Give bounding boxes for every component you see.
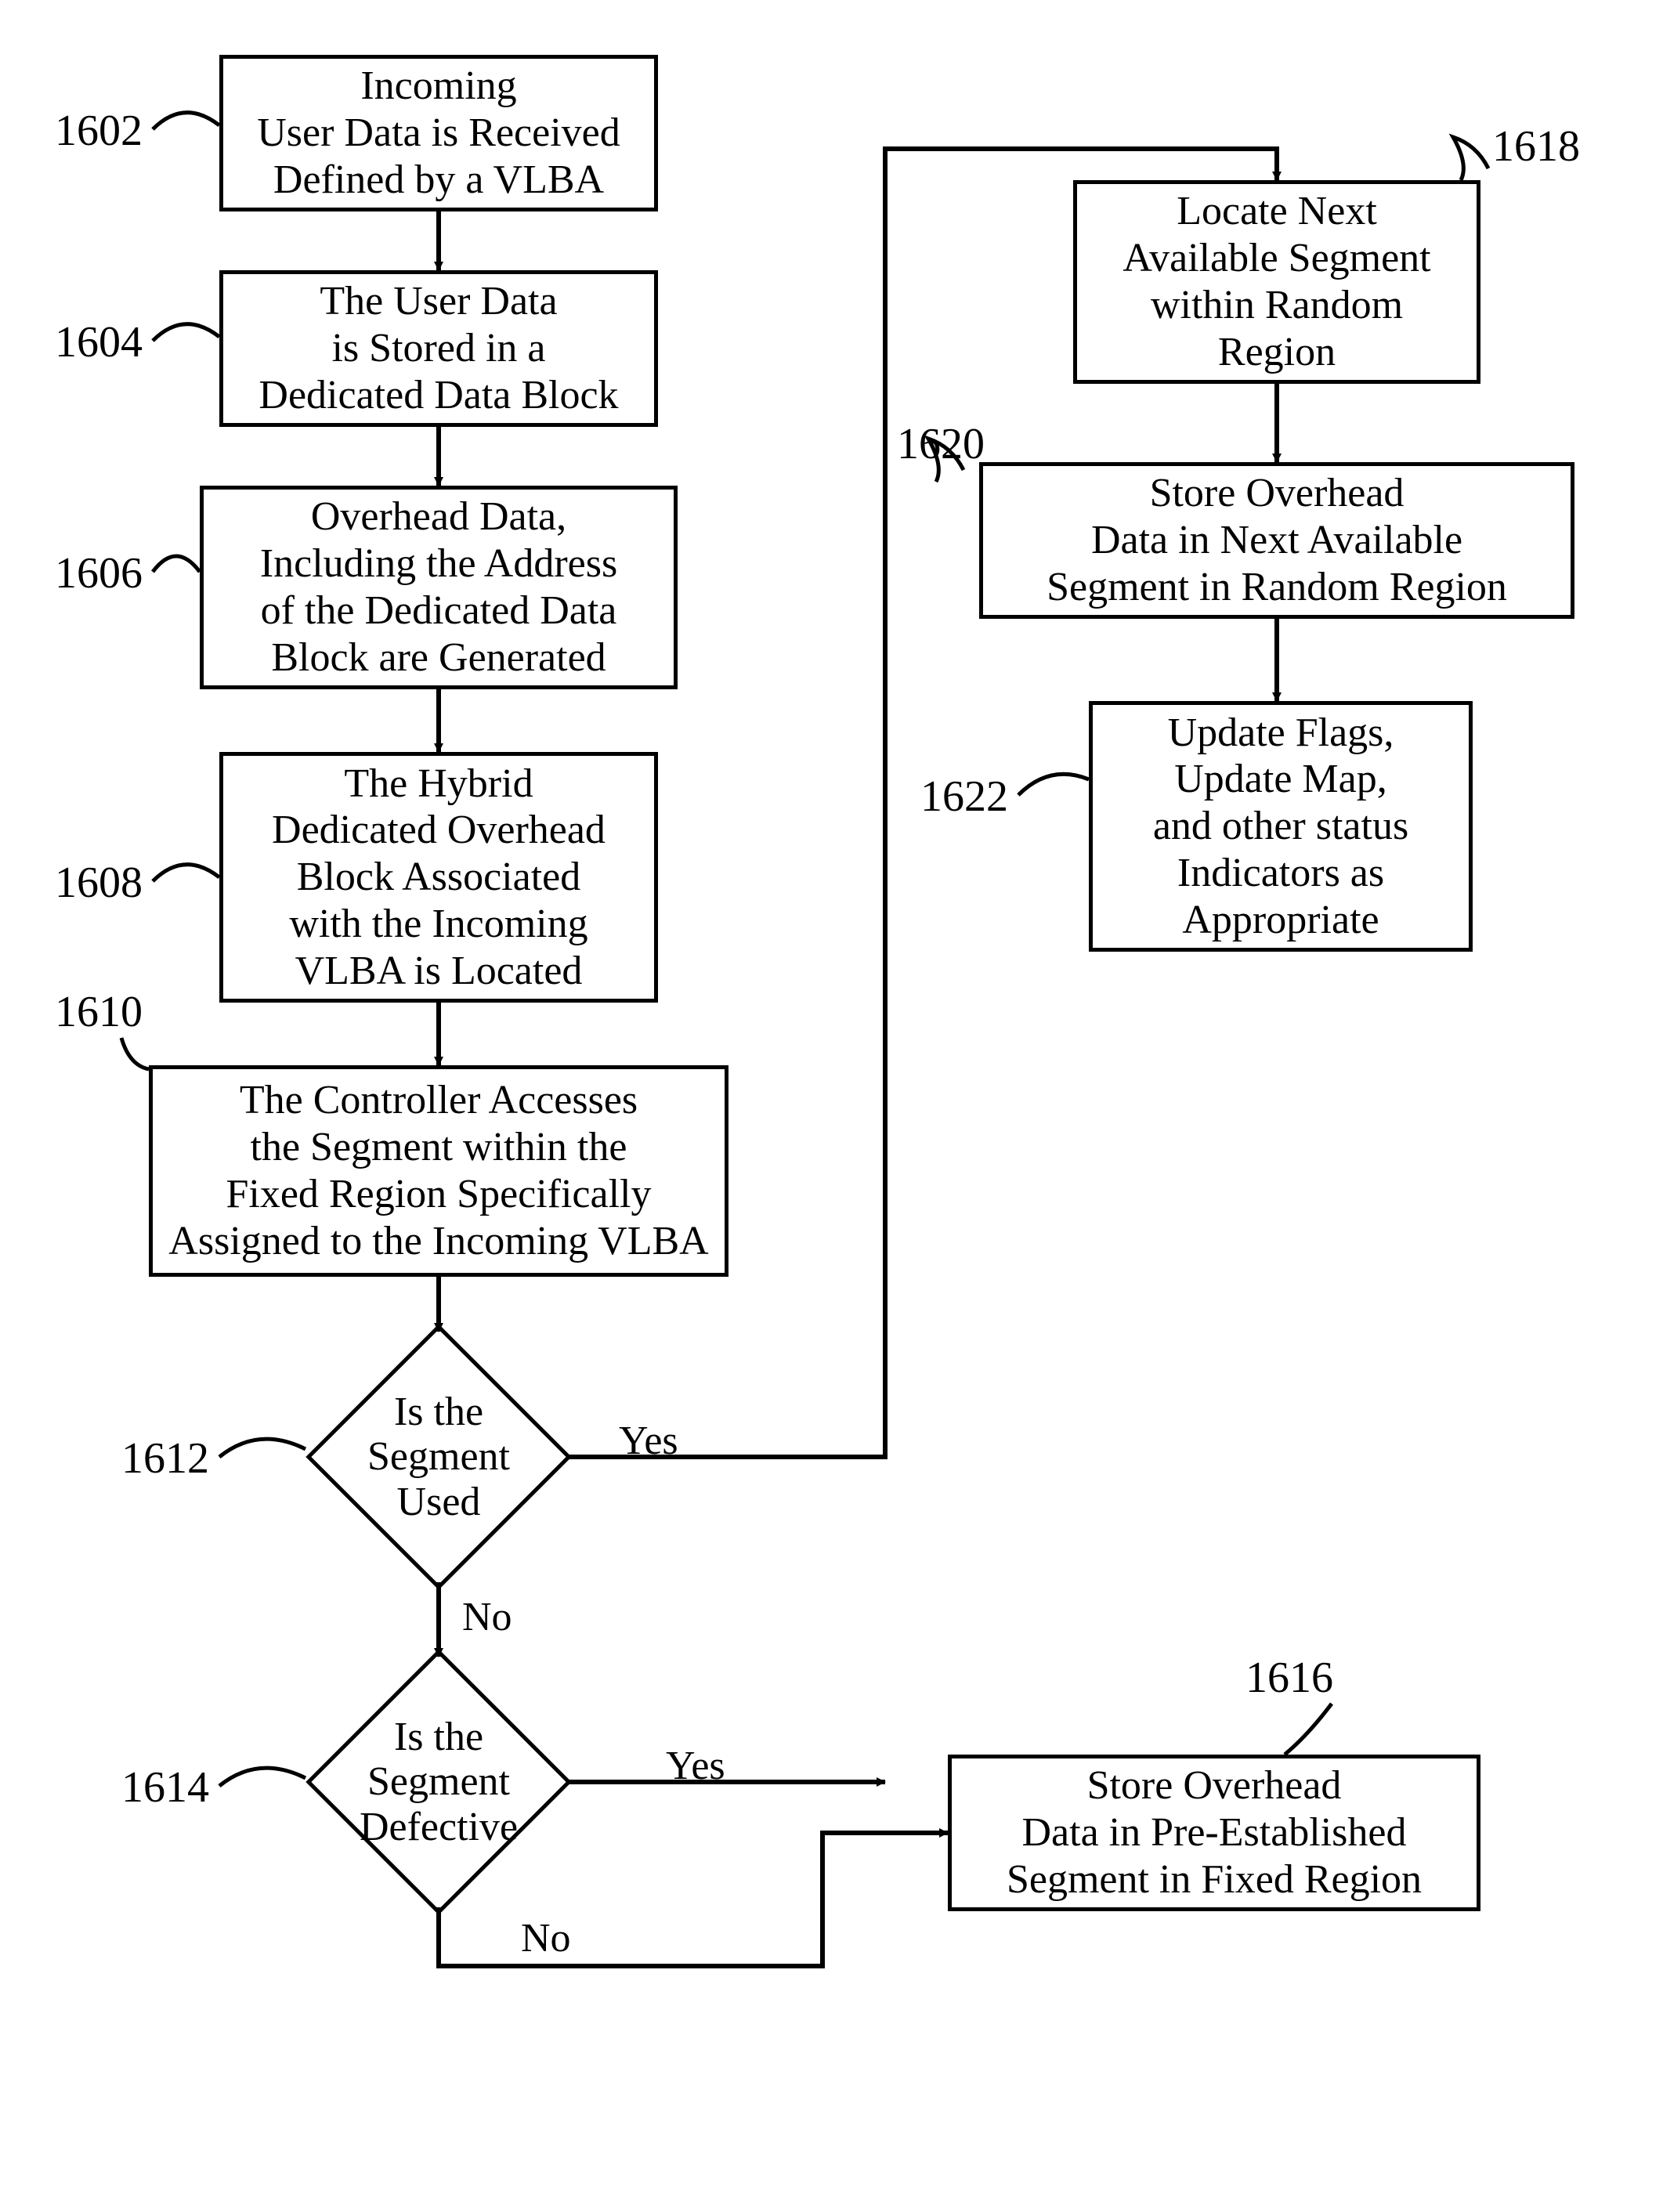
yes-1612: Yes (619, 1418, 678, 1464)
label-1616: 1616 (1245, 1653, 1333, 1703)
label-1612: 1612 (121, 1433, 209, 1484)
label-1618: 1618 (1492, 121, 1580, 172)
node-1610-text: The Controller Accesses the Segment with… (168, 1077, 708, 1264)
node-1622-text: Update Flags, Update Map, and other stat… (1153, 710, 1408, 944)
label-1604: 1604 (55, 317, 143, 367)
label-1610: 1610 (55, 987, 143, 1037)
node-1610: The Controller Accesses the Segment with… (149, 1065, 728, 1277)
yes-1614: Yes (666, 1743, 725, 1789)
node-1622: Update Flags, Update Map, and other stat… (1089, 701, 1473, 952)
node-1618-text: Locate Next Available Segment within Ran… (1123, 188, 1430, 375)
node-1608: The Hybrid Dedicated Overhead Block Asso… (219, 752, 658, 1003)
node-1620-text: Store Overhead Data in Next Available Se… (1047, 470, 1507, 610)
node-1620: Store Overhead Data in Next Available Se… (979, 462, 1574, 619)
node-1604-text: The User Data is Stored in a Dedicated D… (258, 278, 618, 418)
label-1620: 1620 (897, 419, 985, 469)
no-1614: No (521, 1915, 571, 1961)
node-1618: Locate Next Available Segment within Ran… (1073, 180, 1480, 384)
node-1606-text: Overhead Data, Including the Address of … (260, 493, 617, 681)
no-1612: No (462, 1594, 512, 1640)
node-1604: The User Data is Stored in a Dedicated D… (219, 270, 658, 427)
label-1622: 1622 (920, 772, 1008, 822)
label-1614: 1614 (121, 1762, 209, 1813)
node-1612-text: Is the Segment Used (367, 1390, 510, 1524)
label-1608: 1608 (55, 858, 143, 908)
node-1616-text: Store Overhead Data in Pre-Established S… (1007, 1762, 1422, 1903)
label-1606: 1606 (55, 548, 143, 598)
node-1616: Store Overhead Data in Pre-Established S… (948, 1755, 1480, 1911)
node-1612: Is the Segment Used (305, 1324, 572, 1590)
node-1602: Incoming User Data is Received Defined b… (219, 55, 658, 211)
node-1602-text: Incoming User Data is Received Defined b… (257, 63, 620, 203)
node-1614-text: Is the Segment Defective (360, 1715, 518, 1849)
node-1606: Overhead Data, Including the Address of … (200, 486, 678, 689)
node-1614: Is the Segment Defective (305, 1649, 572, 1915)
label-1602: 1602 (55, 106, 143, 156)
node-1608-text: The Hybrid Dedicated Overhead Block Asso… (272, 761, 606, 995)
